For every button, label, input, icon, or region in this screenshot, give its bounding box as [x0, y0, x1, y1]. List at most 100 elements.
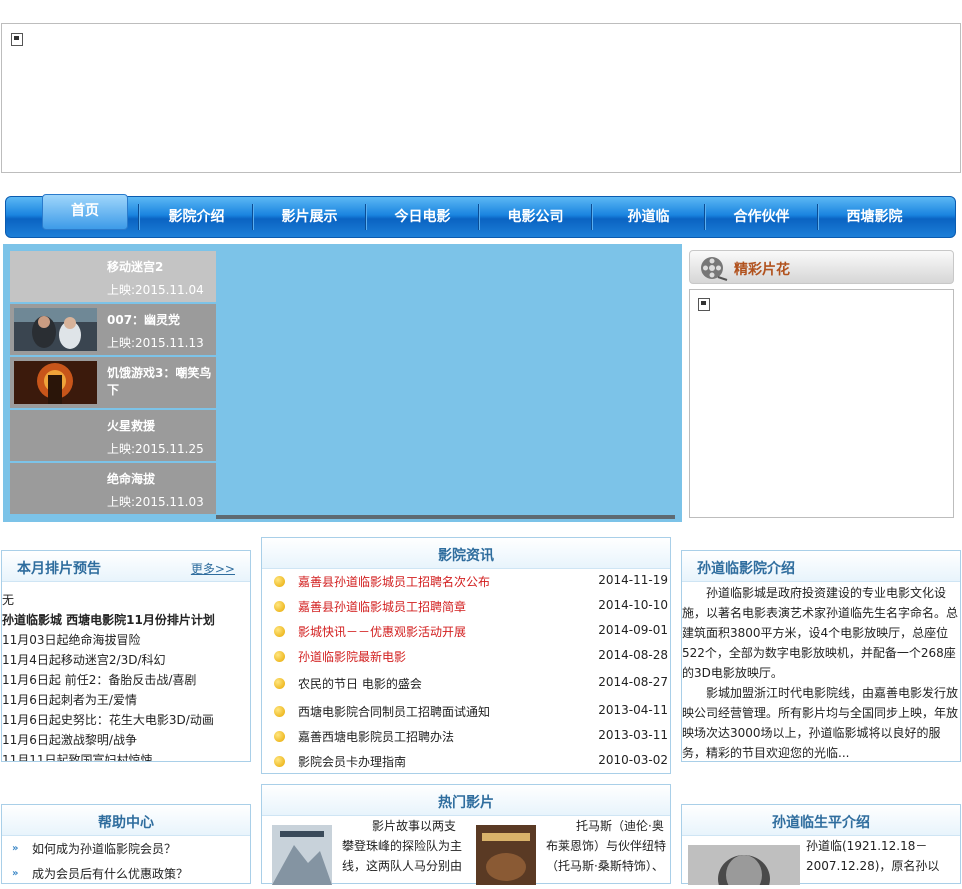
slide-thumbnail: [14, 361, 97, 404]
slide-title: 007：幽灵党: [107, 313, 181, 327]
top-banner: [1, 23, 961, 173]
news-item[interactable]: 农民的节日 电影的盛会 2014-08-27: [272, 671, 668, 696]
slide-title: 绝命海拔: [107, 472, 156, 486]
hot-movie-text: 线，这两队人马分别由: [342, 859, 463, 873]
schedule-line: 孙道临影城 西塘电影院11月份排片计划: [2, 613, 215, 627]
nav-item-sun-daolin[interactable]: 孙道临: [592, 197, 705, 237]
hot-movies-title: 热门影片: [438, 795, 494, 811]
nav-item-today-movies[interactable]: 今日电影: [366, 197, 479, 237]
slide-item[interactable]: 绝命海拔 上映:2015.11.03: [10, 463, 216, 514]
news-date: 2014-09-01: [598, 623, 668, 637]
news-link[interactable]: 嘉善西塘电影院员工招聘办法: [298, 728, 454, 745]
movie-poster[interactable]: [272, 825, 332, 885]
schedule-line: 11月11日起致国富妇村惊悚: [2, 753, 153, 761]
intro-line: 映公司经营管理。所有影片均与全国同步上映，年放: [682, 706, 959, 720]
news-link[interactable]: 农民的节日 电影的盛会: [298, 675, 422, 692]
bio-title: 孙道临生平介绍: [772, 815, 870, 831]
news-item[interactable]: 嘉善县孙道临影城员工招聘名次公布 2014-11-19: [272, 569, 668, 594]
highlights-title: 精彩片花: [734, 262, 790, 278]
broken-image-icon: [11, 33, 23, 46]
news-item[interactable]: 影城快讯－－优惠观影活动开展 2014-09-01: [272, 619, 668, 644]
double-chevron-icon: »: [12, 868, 19, 879]
highlights-box: [689, 289, 954, 518]
schedule-more-link[interactable]: 更多>>: [191, 560, 235, 577]
news-panel: 影院资讯 嘉善县孙道临影城员工招聘名次公布 2014-11-19 嘉善县孙道临影…: [261, 537, 671, 774]
news-item[interactable]: 孙道临影院最新电影 2014-08-28: [272, 644, 668, 669]
schedule-line: 11月6日起刺者为王/爱情: [2, 693, 137, 707]
schedule-title: 本月排片预告: [17, 561, 101, 577]
hot-movie-text: 托马斯（迪伦·奥: [576, 819, 664, 833]
schedule-line: 11月6日起 前任2：备胎反击战/喜剧: [2, 673, 197, 687]
hot-movie-text: 影片故事以两支: [372, 819, 457, 833]
portrait-photo: [688, 845, 800, 885]
nav-home[interactable]: 首页: [42, 194, 128, 230]
schedule-line: 11月03日起绝命海拔冒险: [2, 633, 141, 647]
slide-date: 上映:2015.11.13: [107, 336, 204, 350]
schedule-panel: 本月排片预告 更多>> 无 孙道临影城 西塘电影院11月份排片计划 11月03日…: [1, 550, 251, 762]
main-nav: 首页 影院介绍 影片展示 今日电影 电影公司 孙道临 合作伙伴 西塘影院: [5, 194, 956, 238]
news-date: 2014-08-28: [598, 648, 668, 662]
intro-line: 影城加盟浙江时代电影院线，由嘉善电影发行放: [682, 686, 959, 700]
help-link[interactable]: 成为会员后有什么优惠政策？: [32, 865, 188, 882]
double-chevron-icon: »: [12, 843, 19, 854]
slide-item[interactable]: 移动迷宫2 上映:2015.11.04: [10, 251, 216, 303]
slide-date: 上映:2015.11.25: [107, 442, 204, 456]
hot-movie-text: 攀登珠峰的探险队为主: [342, 839, 463, 853]
slide-date: 上映:2015.11.03: [107, 495, 204, 509]
news-item[interactable]: 嘉善县孙道临影城员工招聘简章 2014-10-10: [272, 594, 668, 619]
schedule-line: 11月6日起激战黎明/战争: [2, 733, 137, 747]
intro-line: 务，精彩的节目欢迎您的光临...: [682, 746, 850, 760]
slide-title: 火星救援: [107, 419, 156, 433]
news-date: 2013-04-11: [598, 703, 668, 717]
slide-item[interactable]: 火星救援 上映:2015.11.25: [10, 410, 216, 462]
news-date: 2014-11-19: [598, 573, 668, 587]
hot-movies-panel: 热门影片 影片故事以两支 攀登珠峰的探险队为主 线，这两队人马分别由 托马斯（迪…: [261, 784, 671, 885]
bullet-icon: [274, 756, 285, 767]
bullet-icon: [274, 601, 285, 612]
nav-item-partners[interactable]: 合作伙伴: [705, 197, 818, 237]
bullet-icon: [274, 678, 285, 689]
bullet-icon: [274, 731, 285, 742]
slide-date: 上映:2015.11.04: [107, 283, 204, 297]
news-link[interactable]: 影城快讯－－优惠观影活动开展: [298, 623, 466, 640]
intro-line: 施，以著名电影表演艺术家孙道临先生名字命名。总: [682, 606, 959, 620]
news-item[interactable]: 影院会员卡办理指南 2010-03-02: [272, 749, 668, 774]
news-link[interactable]: 影院会员卡办理指南: [298, 753, 406, 770]
slide-item[interactable]: 007：幽灵党 上映:2015.11.13: [10, 304, 216, 356]
schedule-line: 11月6日起史努比：花生大电影3D/动画: [2, 713, 214, 727]
intro-line: 建筑面积3800平方米，设4个电影放映厅，总座位: [682, 626, 949, 640]
bullet-icon: [274, 706, 285, 717]
intro-panel: 孙道临影院介绍 孙道临影城是政府投资建设的专业电影文化设 施，以著名电影表演艺术…: [681, 550, 961, 762]
news-link[interactable]: 西塘电影院合同制员工招聘面试通知: [298, 703, 490, 720]
news-date: 2013-03-11: [598, 728, 668, 742]
intro-text: 孙道临影城是政府投资建设的专业电影文化设 施，以著名电影表演艺术家孙道临先生名字…: [682, 582, 960, 761]
slider-progress-bar: [216, 515, 675, 519]
hot-movies-header: 热门影片: [262, 785, 670, 816]
bio-header: 孙道临生平介绍: [682, 805, 960, 836]
help-link[interactable]: 如何成为孙道临影院会员？: [32, 840, 176, 857]
news-item[interactable]: 西塘电影院合同制员工招聘面试通知 2013-04-11: [272, 699, 668, 724]
film-reel-icon: [701, 257, 728, 281]
nav-item-film-company[interactable]: 电影公司: [479, 197, 592, 237]
schedule-line: 11月4日起移动迷宫2/3D/科幻: [2, 653, 166, 667]
highlights-header: 精彩片花: [689, 250, 954, 284]
intro-line: 522个，全部为数字电影放映机，并配备一个268座: [682, 646, 956, 660]
help-panel: 帮助中心 » 如何成为孙道临影院会员？ » 成为会员后有什么优惠政策？: [1, 804, 251, 884]
nav-item-cinema-intro[interactable]: 影院介绍: [140, 197, 253, 237]
bullet-icon: [274, 651, 285, 662]
nav-item-film-display[interactable]: 影片展示: [253, 197, 366, 237]
slide-title: 移动迷宫2: [107, 260, 164, 274]
news-link[interactable]: 孙道临影院最新电影: [298, 648, 406, 665]
movie-poster[interactable]: [476, 825, 536, 885]
news-date: 2014-08-27: [598, 675, 668, 689]
bio-line: 2007.12.28)，原名孙以: [806, 859, 940, 873]
slide-title: 饥饿游戏3：嘲笑鸟下: [107, 366, 212, 397]
nav-item-xitang-cinema[interactable]: 西塘影院: [818, 197, 931, 237]
news-link[interactable]: 嘉善县孙道临影城员工招聘名次公布: [298, 573, 490, 590]
slide-item[interactable]: 饥饿游戏3：嘲笑鸟下: [10, 357, 216, 409]
news-link[interactable]: 嘉善县孙道临影城员工招聘简章: [298, 598, 466, 615]
news-date: 2014-10-10: [598, 598, 668, 612]
news-item[interactable]: 嘉善西塘电影院员工招聘办法 2013-03-11: [272, 724, 668, 749]
broken-image-icon: [698, 298, 710, 311]
bio-line: 孙道临(1921.12.18－: [806, 839, 928, 853]
